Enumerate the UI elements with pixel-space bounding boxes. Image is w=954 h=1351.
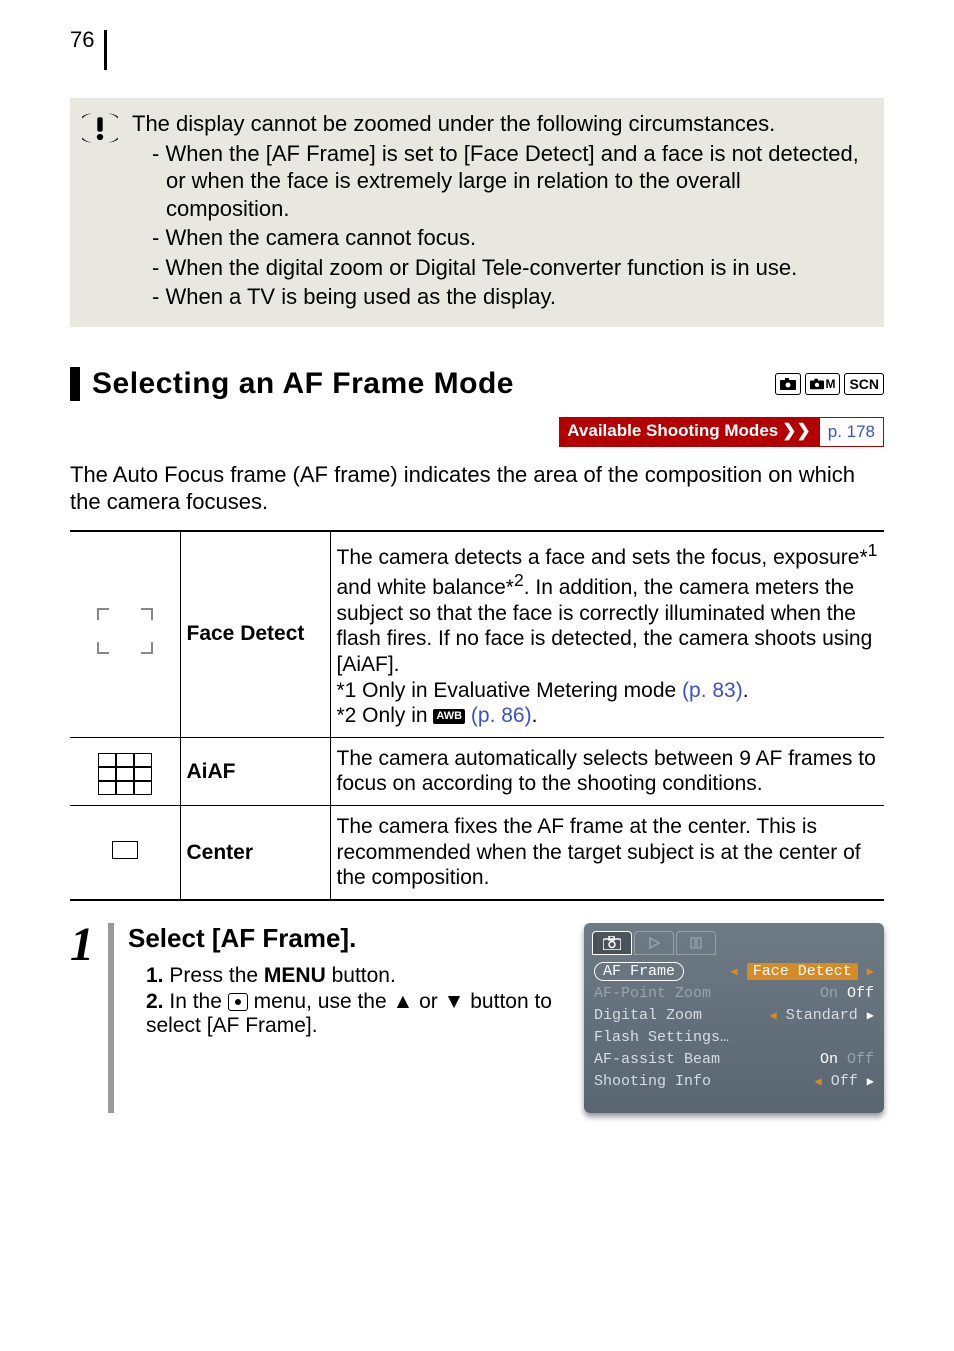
lcd-row: Shooting Info ◀ Off ▶ [592, 1071, 876, 1093]
lcd-row: Digital Zoom ◀ Standard ▶ [592, 1005, 876, 1027]
table-row: AiAF The camera automatically selects be… [70, 737, 884, 805]
lcd-row: AF-assist Beam On Off [592, 1049, 876, 1071]
step-number: 1 [70, 923, 94, 966]
available-modes-link[interactable]: p. 178 [819, 417, 884, 447]
section-intro: The Auto Focus frame (AF frame) indicate… [70, 461, 884, 516]
scn-icon: SCN [844, 373, 884, 395]
page-link[interactable]: (p. 83) [682, 679, 743, 702]
awb-icon: AWB [433, 709, 465, 724]
table-row: Face Detect The camera detects a face an… [70, 531, 884, 738]
camera-m-icon: M [805, 373, 840, 395]
exclamation-icon [82, 110, 118, 313]
camera-icon [775, 373, 801, 395]
step: 1 Select [AF Frame]. 1. Press the MENU b… [70, 923, 884, 1113]
mode-icons: M SCN [775, 373, 884, 395]
mode-label: Center [180, 805, 330, 899]
warning-item: When the digital zoom or Digital Tele-co… [152, 254, 866, 282]
lcd-tab-tools-icon [676, 931, 716, 955]
lcd-row: AF-Point Zoom On Off [592, 983, 876, 1005]
table-row: Center The camera fixes the AF frame at … [70, 805, 884, 899]
mode-desc: The camera detects a face and sets the f… [330, 531, 884, 738]
menu-screenshot: AF Frame ◀ Face Detect ▶ AF-Point Zoom O… [584, 923, 884, 1113]
warning-list: When the [AF Frame] is set to [Face Dete… [132, 140, 866, 311]
mode-desc: The camera automatically selects between… [330, 737, 884, 805]
warning-box: The display cannot be zoomed under the f… [70, 98, 884, 327]
substep: 2. In the menu, use the ▲ or ▼ button to… [146, 990, 564, 1038]
lcd-row: AF Frame ◀ Face Detect ▶ [592, 961, 876, 983]
center-icon [70, 805, 180, 899]
warning-item: When the camera cannot focus. [152, 224, 866, 252]
warning-item: When a TV is being used as the display. [152, 283, 866, 311]
rec-menu-icon [228, 993, 248, 1011]
warning-lead: The display cannot be zoomed under the f… [132, 110, 866, 138]
warning-item: When the [AF Frame] is set to [Face Dete… [152, 140, 866, 223]
page-number: 76 [70, 30, 107, 70]
step-divider [108, 923, 114, 1113]
step-title: Select [AF Frame]. [128, 923, 564, 954]
substep: 1. Press the MENU button. [146, 964, 564, 988]
lcd-row: Flash Settings… [592, 1027, 876, 1049]
mode-label: Face Detect [180, 531, 330, 738]
face-detect-icon [70, 531, 180, 738]
lcd-tab-play-icon [634, 931, 674, 955]
mode-desc: The camera fixes the AF frame at the cen… [330, 805, 884, 899]
lcd-tab-rec-icon [592, 931, 632, 955]
available-modes-label: Available Shooting Modes❯❯ [559, 417, 818, 447]
section-header: Selecting an AF Frame Mode M SCN [70, 367, 884, 401]
aiaf-icon [70, 737, 180, 805]
chevron-right-icon: ❯❯ [782, 421, 811, 440]
mode-label: AiAF [180, 737, 330, 805]
af-mode-table: Face Detect The camera detects a face an… [70, 530, 884, 901]
page-link[interactable]: (p. 86) [471, 704, 532, 727]
section-title: Selecting an AF Frame Mode [92, 367, 514, 401]
